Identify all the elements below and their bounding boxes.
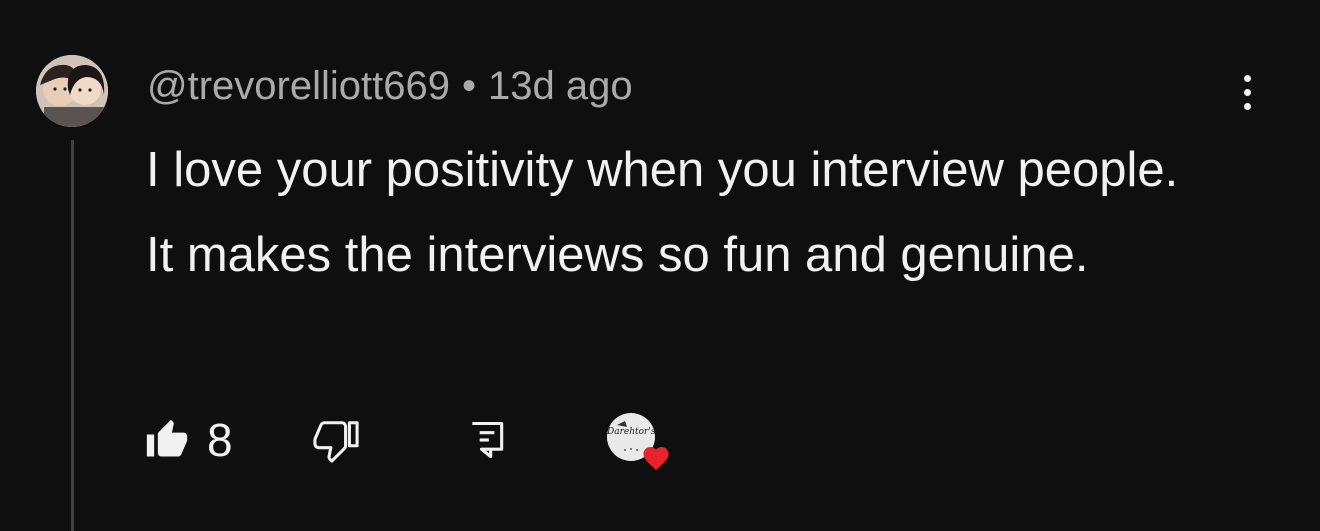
author-handle[interactable]: @trevorelliott669 (147, 64, 450, 109)
vertical-ellipsis-icon (1243, 74, 1251, 82)
ellipsis-dot (1243, 88, 1251, 96)
ellipsis-dot (1243, 102, 1251, 110)
reply-button[interactable] (465, 410, 509, 470)
like-button[interactable]: 8 (145, 410, 233, 470)
like-count: 8 (207, 414, 233, 466)
thread-line (71, 140, 74, 531)
header-separator: • (461, 63, 476, 108)
comment-timestamp[interactable]: 13d ago (488, 64, 633, 109)
more-options-button[interactable] (1226, 68, 1268, 116)
comment-actions: 8 Darehtor's (145, 410, 705, 470)
dislike-button[interactable] (313, 410, 359, 470)
avatar-photo-icon (36, 55, 108, 127)
comment-reply-icon (472, 421, 504, 459)
heart-icon (643, 447, 669, 470)
comment-header: @trevorelliott669 • 13d ago (147, 58, 633, 114)
avatar[interactable] (36, 55, 108, 127)
thumbs-down-outline-icon (313, 421, 359, 463)
thumbs-up-filled-icon (146, 419, 188, 457)
comment-text: I love your positivity when you intervie… (146, 143, 1179, 282)
creator-heart-badge: Darehtor's (607, 413, 675, 473)
creator-logo-text: Darehtor's (607, 427, 655, 437)
